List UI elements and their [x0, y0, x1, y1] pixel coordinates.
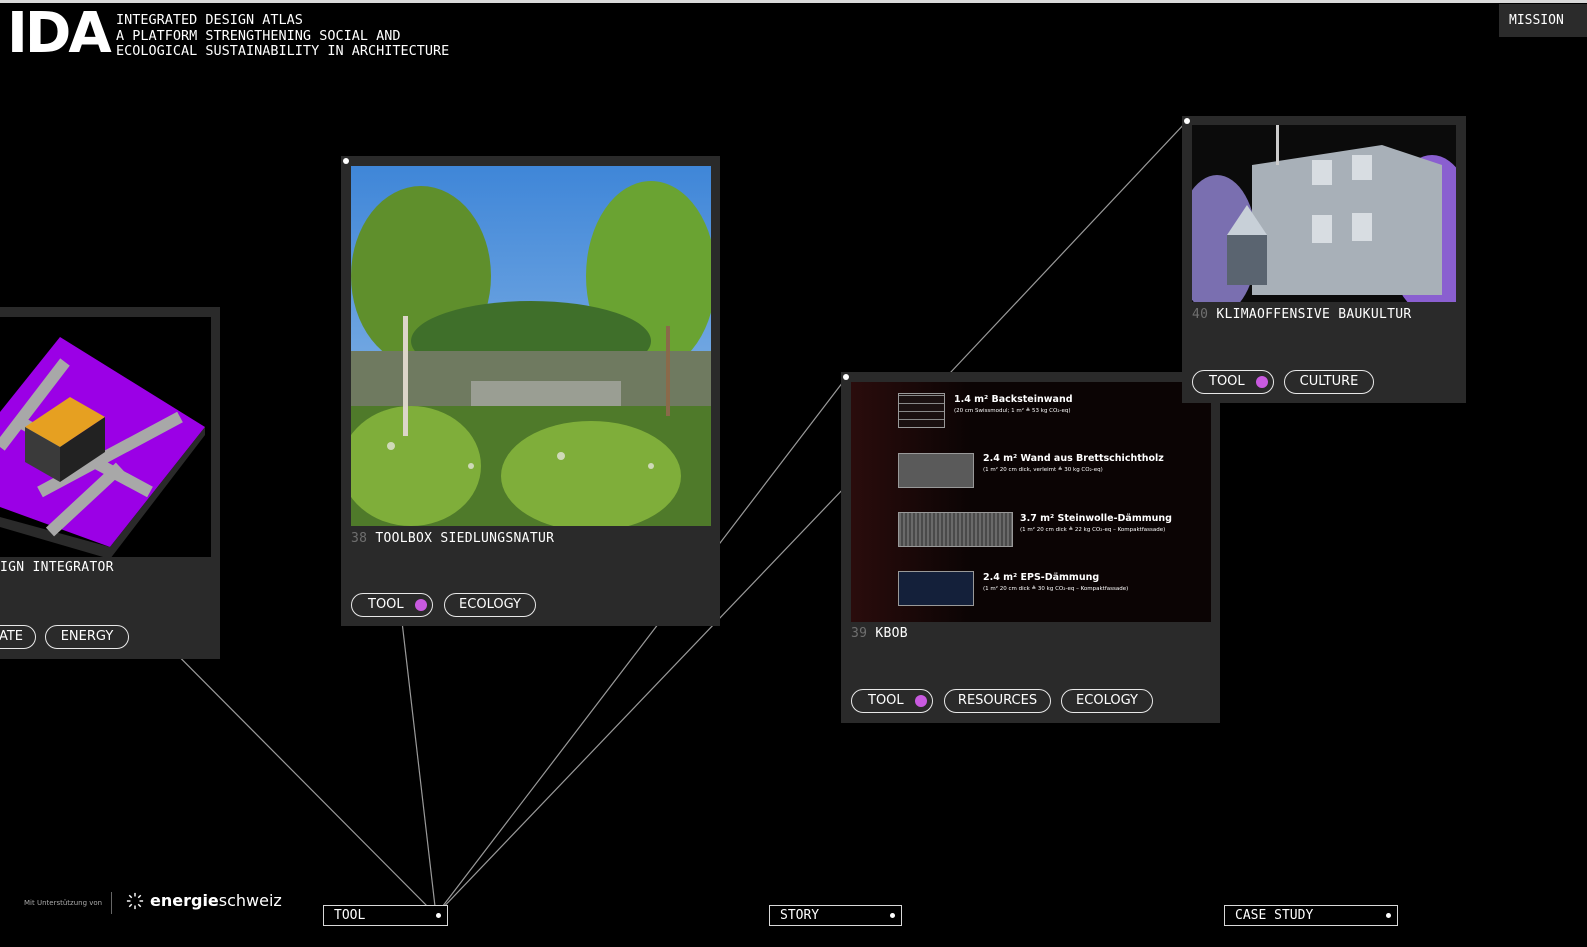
- pink-dot: [1256, 376, 1268, 388]
- filter-label: TOOL: [334, 908, 366, 923]
- tag-chip-culture[interactable]: CULTURE: [1284, 370, 1374, 394]
- card-title: 39 KBOB: [851, 626, 908, 641]
- filter-dot: [1386, 913, 1391, 918]
- divider: [111, 892, 112, 914]
- card-image-material-comparison: 1.4 m² Backsteinwand (20 cm Swissmodul; …: [851, 382, 1211, 622]
- connector-dot: [843, 374, 849, 380]
- card-toolbox-siedlungsnatur[interactable]: 38 TOOLBOX SIEDLUNGSNATUR TOOL ECOLOGY: [341, 156, 720, 626]
- card-title-text: KBOB: [875, 626, 908, 641]
- logo-bold: energie: [150, 891, 219, 910]
- card-kbob[interactable]: 1.4 m² Backsteinwand (20 cm Swissmodul; …: [841, 372, 1220, 723]
- card-design-integrator[interactable]: IGN INTEGRATOR ATE ENERGY: [0, 307, 220, 659]
- support-text: Mit Unterstützung von: [24, 899, 103, 907]
- card-title: IGN INTEGRATOR: [0, 560, 114, 575]
- filter-case-study[interactable]: CASE STUDY: [1224, 905, 1398, 926]
- tag-chip-tool[interactable]: TOOL: [851, 689, 933, 713]
- card-image-isometric-block: [0, 317, 211, 557]
- logo-light: schweiz: [218, 891, 282, 910]
- brick-wall-swatch: [898, 393, 945, 428]
- card-title-text: TOOLBOX SIEDLUNGSNATUR: [375, 531, 555, 546]
- connector-dot: [1184, 118, 1190, 124]
- timber-wall-swatch: [898, 453, 974, 488]
- filter-label: CASE STUDY: [1235, 908, 1314, 923]
- card-klimaoffensive-baukultur[interactable]: 40 KLIMAOFFENSIVE BAUKULTUR TOOL CULTURE: [1182, 116, 1466, 403]
- tag-chip-tool[interactable]: TOOL: [1192, 370, 1274, 394]
- filter-label: STORY: [780, 908, 820, 923]
- card-image-building-inverted: [1192, 125, 1456, 302]
- material-detail: (1 m² 20 cm dick, verleimt ≙ 30 kg CO₂-e…: [983, 467, 1103, 473]
- material-name: 2.4 m² Wand aus Brettschichtholz: [983, 453, 1164, 464]
- material-detail: (1 m² 20 cm dick ≙ 22 kg CO₂-eq – Kompak…: [1020, 527, 1166, 533]
- material-name: 1.4 m² Backsteinwand: [954, 394, 1073, 405]
- pink-dot: [915, 695, 927, 707]
- tag-chip-ecology[interactable]: ECOLOGY: [1061, 689, 1153, 713]
- tag-chip-energy[interactable]: ENERGY: [45, 625, 129, 649]
- eps-swatch: [898, 571, 974, 606]
- material-name: 3.7 m² Steinwolle-Dämmung: [1020, 513, 1172, 524]
- card-image-garden: [351, 166, 711, 526]
- chip-label: TOOL: [368, 597, 404, 612]
- tag-chip-resources[interactable]: RESOURCES: [944, 689, 1051, 713]
- filter-dot: [890, 913, 895, 918]
- card-number: 39: [851, 626, 868, 641]
- material-name: 2.4 m² EPS-Dämmung: [983, 572, 1100, 583]
- chip-label: TOOL: [868, 693, 904, 708]
- card-number: 38: [351, 531, 368, 546]
- card-title: 40 KLIMAOFFENSIVE BAUKULTUR: [1192, 307, 1411, 322]
- energieschweiz-logo[interactable]: energieschweiz: [126, 891, 282, 910]
- card-number: 40: [1192, 307, 1209, 322]
- filter-story[interactable]: STORY: [769, 905, 902, 926]
- filter-tool[interactable]: TOOL: [323, 905, 448, 926]
- tag-chip-ecology[interactable]: ECOLOGY: [444, 593, 536, 617]
- sun-icon: [126, 892, 144, 910]
- link-line: [949, 120, 1188, 374]
- tag-chip-tool[interactable]: TOOL: [351, 593, 433, 617]
- chip-label: TOOL: [1209, 374, 1245, 389]
- material-detail: (20 cm Swissmodul; 1 m² ≙ 53 kg CO₂-eq): [954, 408, 1071, 414]
- tag-chip[interactable]: ATE: [0, 625, 36, 649]
- material-detail: (1 m² 20 cm dick ≙ 30 kg CO₂-eq – Kompak…: [983, 586, 1129, 592]
- filter-dot: [436, 913, 441, 918]
- pink-dot: [415, 599, 427, 611]
- card-title-text: KLIMAOFFENSIVE BAUKULTUR: [1216, 307, 1412, 322]
- stone-wool-swatch: [898, 512, 1013, 547]
- card-title: 38 TOOLBOX SIEDLUNGSNATUR: [351, 531, 554, 546]
- connector-dot: [343, 158, 349, 164]
